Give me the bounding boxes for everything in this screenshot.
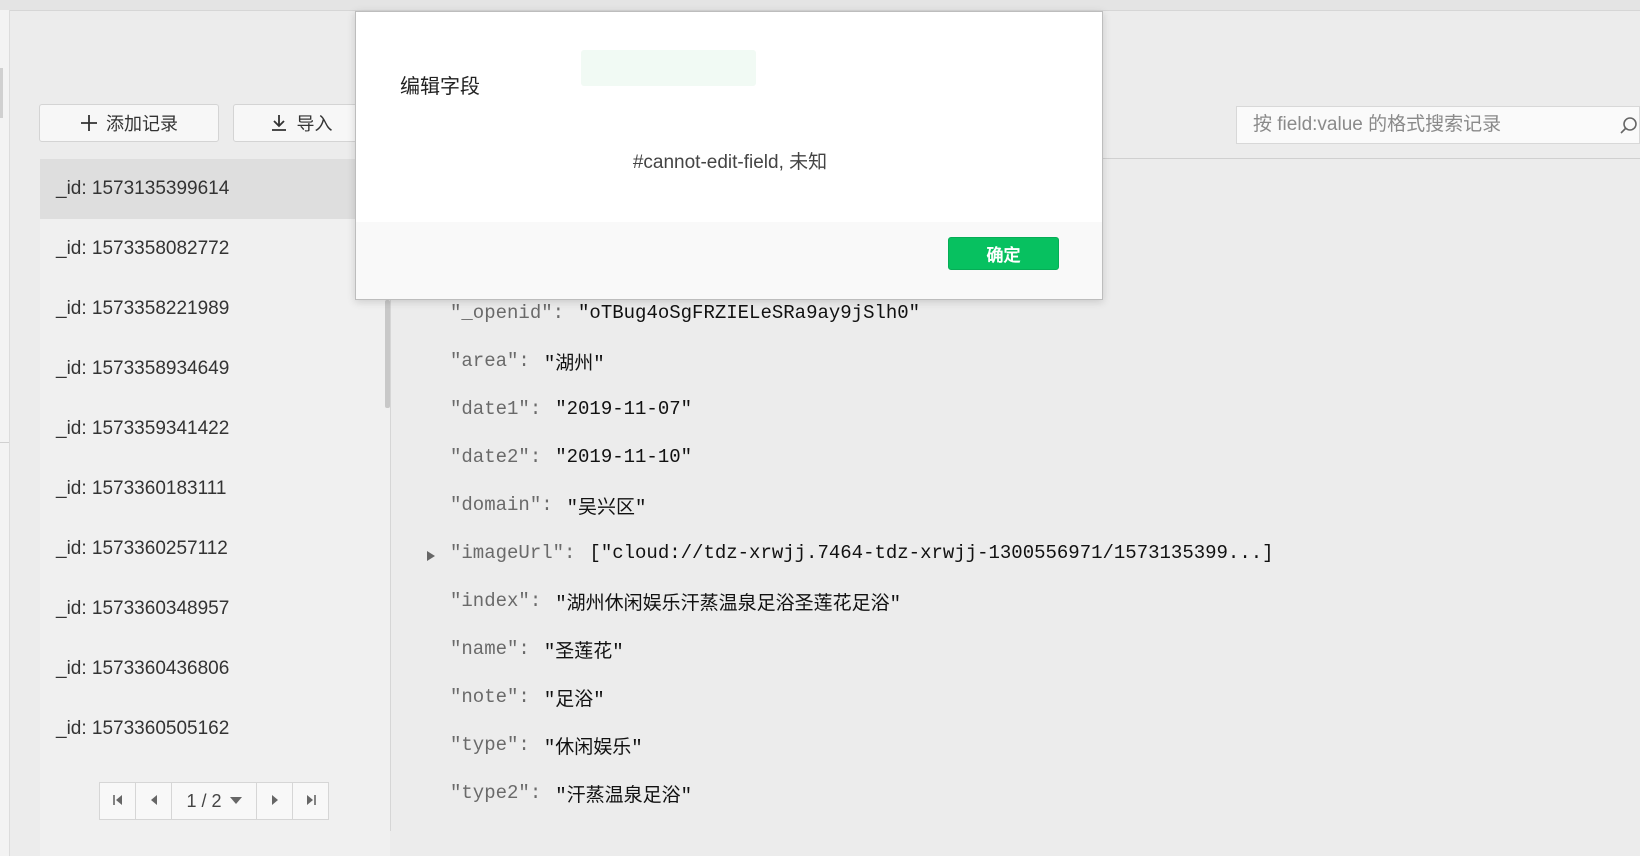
page-label: 1 / 2 <box>186 790 222 811</box>
field-row[interactable]: "imageUrl": ["cloud://tdz-xrwjj.7464-tdz-… <box>427 538 1274 568</box>
search-box[interactable] <box>1236 106 1640 144</box>
last-page-button[interactable] <box>292 782 329 820</box>
field-row[interactable]: "domain": "吴兴区" <box>450 490 646 520</box>
field-row[interactable]: "area": "湖州" <box>450 346 605 376</box>
field-value: "2019-11-07" <box>555 398 693 420</box>
field-row[interactable]: "name": "圣莲花" <box>450 634 624 664</box>
dialog-message: #cannot-edit-field, 未知 <box>632 152 828 173</box>
field-key: "note": <box>450 686 530 708</box>
record-id: _id: 1573358221989 <box>56 298 230 319</box>
record-id: _id: 1573135399614 <box>56 178 230 199</box>
field-key: "date2": <box>450 446 542 468</box>
next-page-button[interactable] <box>256 782 293 820</box>
field-key: "area": <box>450 350 530 372</box>
field-row[interactable]: "type2": "汗蒸温泉足浴" <box>450 778 692 808</box>
record-item[interactable]: _id: 1573135399614 <box>40 159 390 219</box>
record-list: _id: 1573135399614 _id: 1573358082772 _i… <box>40 159 390 856</box>
field-row[interactable]: "_openid": "oTBug4oSgFRZIELeSRa9ay9jSlh0" <box>450 298 920 328</box>
record-id: _id: 1573360436806 <box>56 658 230 679</box>
record-item[interactable]: _id: 1573360257112 <box>40 519 390 579</box>
record-item[interactable]: _id: 1573360348957 <box>40 579 390 639</box>
field-key: "name": <box>450 638 530 660</box>
field-value: "2019-11-10" <box>555 446 693 468</box>
field-value: "湖州" <box>543 352 605 375</box>
next-page-icon <box>268 791 282 812</box>
search-input[interactable] <box>1251 113 1615 137</box>
page-select[interactable]: 1 / 2 <box>171 782 257 820</box>
record-item[interactable]: _id: 1573358082772 <box>40 219 390 279</box>
field-value: "吴兴区" <box>566 496 647 519</box>
first-page-icon <box>111 791 125 812</box>
field-key: "type": <box>450 734 530 756</box>
last-page-icon <box>304 791 318 812</box>
left-nav-strip <box>0 10 10 856</box>
field-row[interactable]: "date1": "2019-11-07" <box>450 394 692 424</box>
record-id: _id: 1573358082772 <box>56 238 230 259</box>
prev-page-icon <box>147 791 161 812</box>
record-item[interactable]: _id: 1573358221989 <box>40 279 390 339</box>
record-item[interactable]: _id: 1573358934649 <box>40 339 390 399</box>
pagination: 1 / 2 <box>99 782 329 820</box>
edit-field-dialog: 编辑字段 #cannot-edit-field, 未知 确定 <box>355 11 1103 300</box>
record-item[interactable]: _id: 1573360183111 <box>40 459 390 519</box>
import-label: 导入 <box>296 114 333 134</box>
expand-triangle-icon[interactable] <box>426 546 436 568</box>
add-record-label: 添加记录 <box>106 114 178 134</box>
search-icon[interactable] <box>1619 116 1639 141</box>
field-key: "index": <box>450 590 542 612</box>
confirm-button[interactable]: 确定 <box>948 237 1059 270</box>
record-item[interactable]: _id: 1573360505162 <box>40 699 390 759</box>
plus-icon <box>80 114 98 132</box>
header-divider <box>1050 158 1640 159</box>
nav-divider <box>0 442 9 443</box>
nav-indicator <box>0 68 3 118</box>
record-id: _id: 1573359341422 <box>56 418 230 439</box>
first-page-button[interactable] <box>99 782 136 820</box>
download-icon <box>269 113 289 133</box>
record-id: _id: 1573360348957 <box>56 598 230 619</box>
window-top-bar <box>0 0 1640 11</box>
prev-page-button[interactable] <box>135 782 172 820</box>
field-value: "汗蒸温泉足浴" <box>555 784 693 807</box>
field-row[interactable]: "index": "湖州休闲娱乐汗蒸温泉足浴圣莲花足浴" <box>450 586 901 616</box>
record-item[interactable]: _id: 1573360436806 <box>40 639 390 699</box>
record-id: _id: 1573360183111 <box>56 478 227 499</box>
field-row[interactable]: "type": "休闲娱乐" <box>450 730 643 760</box>
field-row[interactable]: "date2": "2019-11-10" <box>450 442 692 472</box>
background-tab-ghost <box>581 50 756 86</box>
field-key: "date1": <box>450 398 542 420</box>
import-button[interactable]: 导入 <box>233 104 368 142</box>
field-key: "domain": <box>450 494 553 516</box>
field-key: "type2": <box>450 782 542 804</box>
record-id: _id: 1573360505162 <box>56 718 230 739</box>
field-key: "_openid": <box>450 302 565 324</box>
field-value: "休闲娱乐" <box>543 736 643 759</box>
field-value: "湖州休闲娱乐汗蒸温泉足浴圣莲花足浴" <box>555 592 902 615</box>
record-id: _id: 1573358934649 <box>56 358 230 379</box>
field-value: ["cloud://tdz-xrwjj.7464-tdz-xrwjj-13005… <box>589 542 1274 564</box>
field-row[interactable]: "note": "足浴" <box>450 682 605 712</box>
caret-down-icon <box>229 797 242 805</box>
record-id: _id: 1573360257112 <box>56 538 228 559</box>
field-value: "足浴" <box>543 688 605 711</box>
dialog-title: 编辑字段 <box>400 76 480 98</box>
add-record-button[interactable]: 添加记录 <box>39 104 219 142</box>
field-value: "oTBug4oSgFRZIELeSRa9ay9jSlh0" <box>578 302 921 324</box>
field-value: "圣莲花" <box>543 640 624 663</box>
field-key: "imageUrl": <box>450 542 576 564</box>
record-item[interactable]: _id: 1573359341422 <box>40 399 390 459</box>
